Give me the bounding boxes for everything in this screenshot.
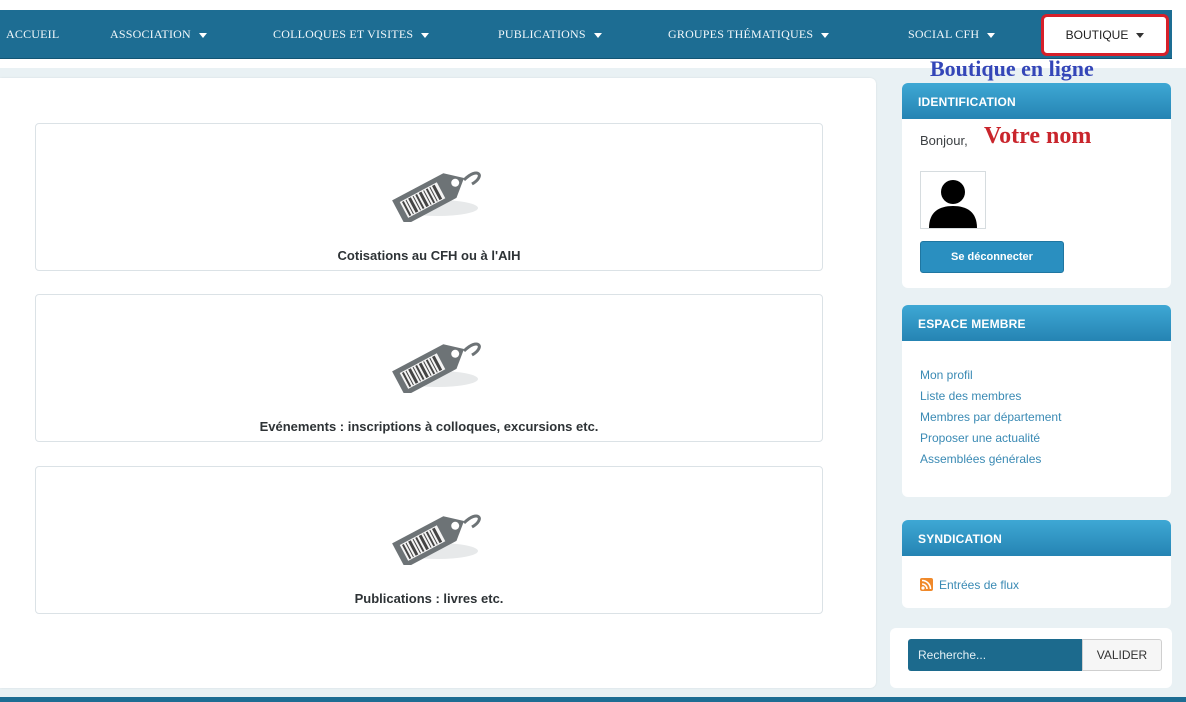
feed-link-row[interactable]: Entrées de flux [920, 578, 1019, 592]
category-card-publications[interactable]: Publications : livres etc. [35, 466, 823, 614]
nav-item-label: BOUTIQUE [1065, 28, 1129, 42]
main-content-panel: Cotisations au CFH ou à l'AIH Evénements… [0, 78, 876, 688]
caret-down-icon [198, 32, 207, 38]
user-silhouette-icon [929, 180, 977, 228]
search-submit-button[interactable]: VALIDER [1082, 639, 1162, 671]
search-input[interactable] [908, 639, 1082, 671]
annotation-votre-nom: Votre nom [984, 123, 1092, 149]
nav-item-groupes-thematiques[interactable]: GROUPES THÉMATIQUES [668, 10, 830, 58]
main-navigation: ACCUEIL ASSOCIATION COLLOQUES ET VISITES… [0, 10, 1172, 59]
annotation-boutique-en-ligne: Boutique en ligne [930, 56, 1094, 81]
search-module: VALIDER [890, 628, 1172, 688]
module-title: SYNDICATION [902, 520, 1171, 556]
feed-link[interactable]: Entrées de flux [939, 578, 1019, 592]
caret-down-icon [593, 32, 602, 38]
category-label: Evénements : inscriptions à colloques, e… [259, 419, 599, 434]
nav-item-boutique[interactable]: BOUTIQUE [1041, 14, 1169, 56]
bottom-border [0, 697, 1186, 702]
nav-item-label: ACCUEIL [6, 27, 60, 41]
nav-item-label: GROUPES THÉMATIQUES [668, 27, 814, 41]
module-title: ESPACE MEMBRE [902, 305, 1171, 341]
category-card-cotisations[interactable]: Cotisations au CFH ou à l'AIH [35, 123, 823, 271]
category-label: Cotisations au CFH ou à l'AIH [337, 248, 521, 263]
logout-button[interactable]: Se déconnecter [920, 241, 1064, 273]
nav-item-social-cfh[interactable]: SOCIAL CFH [908, 10, 996, 58]
category-label: Publications : livres etc. [354, 591, 504, 606]
rss-icon [920, 578, 933, 591]
nav-item-accueil[interactable]: ACCUEIL [6, 10, 59, 58]
caret-down-icon [987, 32, 996, 38]
avatar [920, 171, 986, 229]
price-tag-icon [392, 171, 481, 222]
member-links: Mon profil Liste des membres Membres par… [920, 365, 1061, 470]
caret-down-icon [1136, 33, 1145, 39]
price-tag-icon [392, 342, 481, 393]
nav-item-label: PUBLICATIONS [498, 27, 586, 41]
nav-item-publications[interactable]: PUBLICATIONS [498, 10, 602, 58]
nav-item-label: COLLOQUES ET VISITES [273, 27, 414, 41]
espace-membre-module: ESPACE MEMBRE Mon profil Liste des membr… [902, 305, 1171, 497]
nav-item-label: ASSOCIATION [110, 27, 191, 41]
nav-item-colloques[interactable]: COLLOQUES ET VISITES [273, 10, 430, 58]
link-liste-des-membres[interactable]: Liste des membres [920, 386, 1061, 407]
nav-item-association[interactable]: ASSOCIATION [110, 10, 207, 58]
link-assemblees-generales[interactable]: Assemblées générales [920, 449, 1061, 470]
syndication-module: SYNDICATION Entrées de flux [902, 520, 1171, 608]
link-mon-profil[interactable]: Mon profil [920, 365, 1061, 386]
category-card-evenements[interactable]: Evénements : inscriptions à colloques, e… [35, 294, 823, 442]
caret-down-icon [421, 32, 430, 38]
identification-module: IDENTIFICATION Bonjour, Votre nom Se déc… [902, 83, 1171, 288]
nav-item-label: SOCIAL CFH [908, 27, 980, 41]
price-tag-icon [392, 514, 481, 565]
greeting-text: Bonjour, [920, 133, 968, 148]
module-title: IDENTIFICATION [902, 83, 1171, 119]
caret-down-icon [821, 32, 830, 38]
link-membres-par-departement[interactable]: Membres par département [920, 407, 1061, 428]
link-proposer-une-actualite[interactable]: Proposer une actualité [920, 428, 1061, 449]
